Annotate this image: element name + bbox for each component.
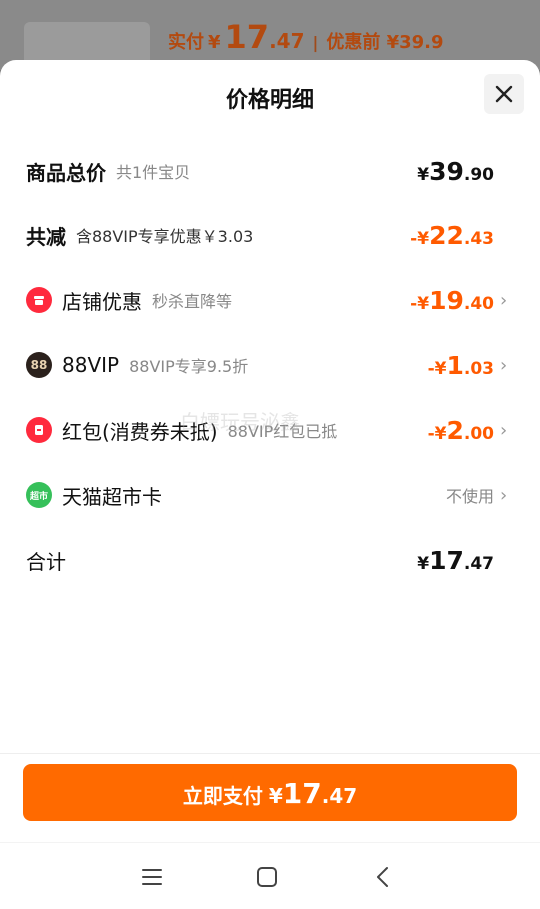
minus-sign: - xyxy=(427,358,435,379)
watermark: 白嫖玩号泌鑫 xyxy=(180,410,300,434)
tmall-supermarket-icon: 超市 xyxy=(26,482,52,508)
amount-integer: 39 xyxy=(429,156,464,186)
chevron-right-icon: › xyxy=(500,354,508,376)
currency-symbol: ¥ xyxy=(417,164,430,185)
paid-integer: 17 xyxy=(224,18,270,56)
tmall-card-value: 不使用 xyxy=(445,487,494,506)
before-discount-price: 优惠前 ¥39.9 xyxy=(326,32,444,53)
divider xyxy=(0,753,540,754)
pay-currency: ¥ xyxy=(268,784,283,808)
pay-now-button[interactable]: 立即支付 ¥ 17 .47 xyxy=(23,764,517,821)
minus-sign: - xyxy=(410,228,418,249)
row-store-discount[interactable]: 店铺优惠 秒杀直降等 - ¥ 19 .40 › xyxy=(26,280,514,320)
pay-decimal: .47 xyxy=(321,784,358,808)
store-discount-sub: 秒杀直降等 xyxy=(152,292,233,311)
paid-label: 实付 xyxy=(168,32,204,53)
total-discount-amount: - ¥ 22 .43 xyxy=(410,221,494,250)
red-packet-amount: - ¥ 2 .00 xyxy=(428,416,494,445)
amount-integer: 17 xyxy=(429,545,464,575)
back-button[interactable] xyxy=(367,861,399,893)
88vip-sub: 88VIP专享9.5折 xyxy=(129,357,249,376)
88vip-label: 88VIP xyxy=(62,353,120,377)
amount-decimal: .90 xyxy=(463,164,494,185)
currency-symbol: ¥ xyxy=(417,293,430,314)
system-navigation-bar xyxy=(0,842,540,909)
total-price-sub: 共1件宝贝 xyxy=(116,163,191,182)
separator: | xyxy=(312,33,319,52)
currency-symbol: ¥ xyxy=(434,423,447,444)
pay-integer: 17 xyxy=(282,777,322,810)
amount-decimal: .40 xyxy=(463,293,494,314)
menu-icon xyxy=(142,869,162,885)
chevron-right-icon: › xyxy=(500,484,508,506)
88vip-amount: - ¥ 1 .03 xyxy=(428,351,494,380)
chevron-right-icon: › xyxy=(500,419,508,441)
amount-integer: 19 xyxy=(429,285,464,315)
tmall-card-label: 天猫超市卡 xyxy=(62,484,162,509)
store-icon xyxy=(26,287,52,313)
total-discount-label: 共减 xyxy=(26,224,66,249)
minus-sign: - xyxy=(410,293,418,314)
price-detail-sheet: 价格明细 商品总价 共1件宝贝 ¥ 39 .90 共减 含88VIP专享优惠￥3… xyxy=(0,60,540,909)
88vip-badge-icon: 88 xyxy=(26,352,52,378)
amount-decimal: .03 xyxy=(463,358,494,379)
row-total-discount: 共减 含88VIP专享优惠￥3.03 - ¥ 22 .43 xyxy=(26,215,514,255)
total-price-amount: ¥ 39 .90 xyxy=(417,157,494,186)
amount-decimal: .00 xyxy=(463,423,494,444)
background-price-summary: 实付 ¥ 17 .47 | 优惠前 ¥39.9 xyxy=(168,18,444,56)
currency-symbol: ¥ xyxy=(417,553,430,574)
chevron-right-icon: › xyxy=(500,289,508,311)
menu-button[interactable] xyxy=(136,861,168,893)
paid-decimal: .47 xyxy=(269,29,305,53)
currency-symbol: ¥ xyxy=(434,358,447,379)
sum-amount: ¥ 17 .47 xyxy=(417,546,494,575)
paid-currency: ¥ xyxy=(208,32,221,53)
pay-now-label: 立即支付 xyxy=(182,784,263,808)
row-tmall-card[interactable]: 超市 天猫超市卡 不使用 › xyxy=(26,475,514,515)
red-packet-icon xyxy=(26,417,52,443)
amount-integer: 22 xyxy=(429,220,464,250)
sheet-title: 价格明细 xyxy=(225,88,314,113)
total-discount-sub: 含88VIP专享优惠￥3.03 xyxy=(76,227,254,246)
amount-decimal: .47 xyxy=(463,553,494,574)
row-total-price: 商品总价 共1件宝贝 ¥ 39 .90 xyxy=(26,151,514,191)
amount-integer: 2 xyxy=(446,415,464,445)
close-icon xyxy=(495,85,513,103)
home-icon xyxy=(257,867,277,887)
back-icon xyxy=(377,867,388,887)
store-discount-label: 店铺优惠 xyxy=(62,289,142,314)
currency-symbol: ¥ xyxy=(417,228,430,249)
store-discount-amount: - ¥ 19 .40 xyxy=(410,286,494,315)
home-button[interactable] xyxy=(251,861,283,893)
amount-integer: 1 xyxy=(446,350,464,380)
close-button[interactable] xyxy=(484,74,524,114)
minus-sign: - xyxy=(427,423,435,444)
row-88vip[interactable]: 88 88VIP 88VIP专享9.5折 - ¥ 1 .03 › xyxy=(26,345,514,385)
sum-label: 合计 xyxy=(26,549,66,574)
total-price-label: 商品总价 xyxy=(26,160,106,185)
row-sum: 合计 ¥ 17 .47 xyxy=(26,540,514,580)
amount-decimal: .43 xyxy=(463,228,494,249)
